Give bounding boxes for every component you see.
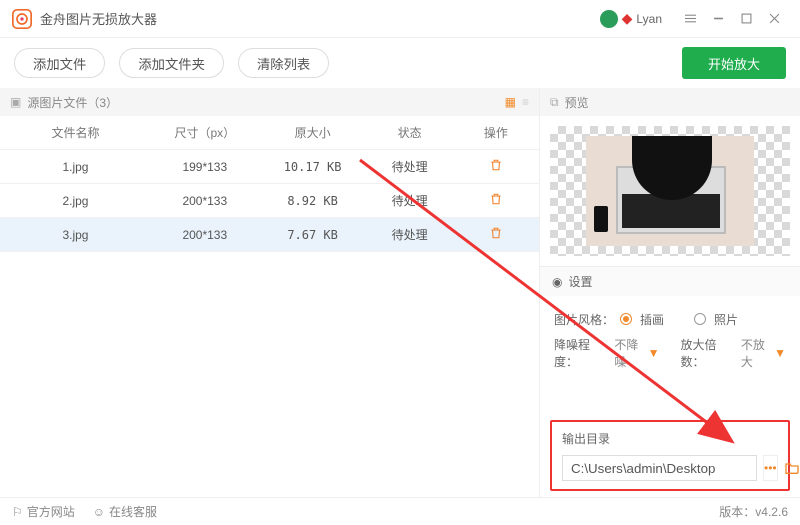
- style-illustration-radio[interactable]: [620, 313, 632, 325]
- cell-size: 199*133: [151, 160, 259, 174]
- cell-orig: 7.67 KB: [259, 228, 367, 242]
- toolbar: 添加文件 添加文件夹 清除列表 开始放大: [0, 38, 800, 88]
- version-label: 版本：: [719, 503, 755, 520]
- add-file-button[interactable]: 添加文件: [14, 48, 105, 78]
- output-box: 输出目录 •••: [550, 420, 790, 491]
- list-view-icon[interactable]: ≡: [522, 95, 529, 109]
- titlebar: 金舟图片无损放大器 ◆ Lyan: [0, 0, 800, 38]
- preview-icon: ⧉: [550, 95, 559, 110]
- cell-name: 3.jpg: [0, 228, 151, 242]
- style-illustration-label: 插画: [640, 311, 664, 328]
- settings-body: 图片风格： 插画 照片 降噪程度： 不降噪 ▼ 放大倍数： 不放大 ▼: [540, 296, 800, 374]
- cell-name: 2.jpg: [0, 194, 151, 208]
- style-photo-radio[interactable]: [694, 313, 706, 325]
- preview-header: ⧉ 预览: [540, 88, 800, 116]
- col-status: 状态: [367, 124, 453, 141]
- app-title: 金舟图片无损放大器: [40, 9, 157, 28]
- delete-row-button[interactable]: [489, 195, 503, 209]
- preview-title: 预览: [565, 94, 589, 111]
- close-button[interactable]: [760, 7, 788, 31]
- cell-orig: 10.17 KB: [259, 160, 367, 174]
- table-header: 文件名称 尺寸（px） 原大小 状态 操作: [0, 116, 539, 150]
- version-value: v4.2.6: [755, 505, 788, 519]
- menu-button[interactable]: [676, 7, 704, 31]
- col-orig: 原大小: [259, 124, 367, 141]
- online-support-link[interactable]: ☺ 在线客服: [93, 503, 157, 520]
- cell-name: 1.jpg: [0, 160, 151, 174]
- cell-size: 200*133: [151, 228, 259, 242]
- table-row[interactable]: 2.jpg200*1338.92 KB待处理: [0, 184, 539, 218]
- main-area: ▣ 源图片文件（3） ▦ ≡ 文件名称 尺寸（px） 原大小 状态 操作 1.j…: [0, 88, 800, 497]
- cell-size: 200*133: [151, 194, 259, 208]
- vip-icon: ◆: [622, 10, 633, 27]
- style-label: 图片风格：: [554, 311, 614, 328]
- file-list-panel: ▣ 源图片文件（3） ▦ ≡ 文件名称 尺寸（px） 原大小 状态 操作 1.j…: [0, 88, 540, 497]
- minimize-button[interactable]: [704, 7, 732, 31]
- output-path-input[interactable]: [562, 455, 757, 481]
- style-photo-label: 照片: [714, 311, 738, 328]
- website-icon: ⚐: [12, 505, 23, 519]
- cell-orig: 8.92 KB: [259, 194, 367, 208]
- support-icon: ☺: [93, 505, 105, 519]
- add-folder-button[interactable]: 添加文件夹: [119, 48, 224, 78]
- table-row[interactable]: 3.jpg200*1337.67 KB待处理: [0, 218, 539, 252]
- right-panel: ⧉ 预览 ◉ 设置 图片风格： 插画 照片 降噪程度：: [540, 88, 800, 497]
- scale-dropdown[interactable]: 不放大 ▼: [741, 336, 786, 370]
- browse-button[interactable]: •••: [763, 455, 778, 481]
- file-list-title: 源图片文件（3）: [27, 94, 118, 111]
- open-folder-button[interactable]: [784, 455, 800, 481]
- col-op: 操作: [453, 124, 539, 141]
- statusbar: ⚐ 官方网站 ☺ 在线客服 版本： v4.2.6: [0, 497, 800, 525]
- preview-thumbnail: [586, 136, 754, 246]
- preview-area: [540, 116, 800, 266]
- official-website-link[interactable]: ⚐ 官方网站: [12, 503, 75, 520]
- user-avatar[interactable]: [600, 10, 618, 28]
- settings-icon: ◉: [552, 275, 562, 289]
- app-logo-icon: [12, 9, 32, 29]
- output-title: 输出目录: [562, 430, 778, 447]
- image-icon: ▣: [10, 95, 21, 109]
- cell-status: 待处理: [367, 226, 453, 243]
- start-enlarge-button[interactable]: 开始放大: [682, 47, 786, 79]
- delete-row-button[interactable]: [489, 161, 503, 175]
- file-list-header: ▣ 源图片文件（3） ▦ ≡: [0, 88, 539, 116]
- cell-status: 待处理: [367, 158, 453, 175]
- grid-view-icon[interactable]: ▦: [505, 95, 516, 109]
- col-size: 尺寸（px）: [151, 124, 259, 141]
- maximize-button[interactable]: [732, 7, 760, 31]
- col-name: 文件名称: [0, 124, 151, 141]
- scale-label: 放大倍数：: [681, 336, 735, 370]
- denoise-label: 降噪程度：: [554, 336, 608, 370]
- preview-checkerboard: [550, 126, 790, 256]
- table-row[interactable]: 1.jpg199*13310.17 KB待处理: [0, 150, 539, 184]
- username: Lyan: [636, 12, 662, 26]
- settings-header: ◉ 设置: [540, 266, 800, 296]
- clear-list-button[interactable]: 清除列表: [238, 48, 329, 78]
- settings-title: 设置: [568, 273, 592, 290]
- denoise-dropdown[interactable]: 不降噪 ▼: [614, 336, 659, 370]
- cell-status: 待处理: [367, 192, 453, 209]
- delete-row-button[interactable]: [489, 229, 503, 243]
